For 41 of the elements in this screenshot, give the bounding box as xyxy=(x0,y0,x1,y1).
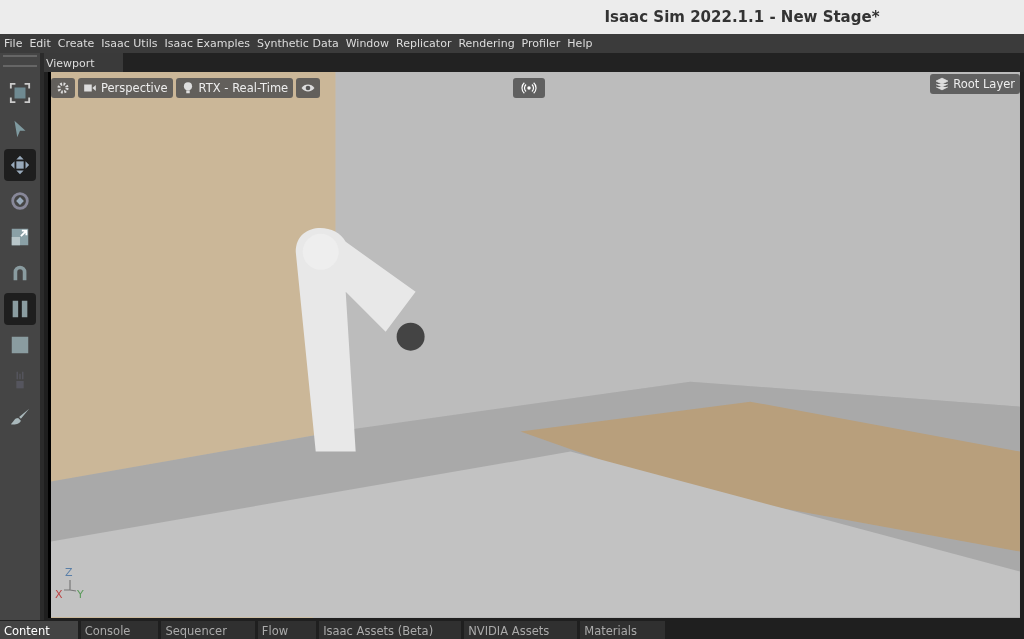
z-axis-label: Z xyxy=(65,566,73,579)
panel-tab[interactable]: NVIDIA Assets xyxy=(464,621,578,639)
menu-item[interactable]: Synthetic Data xyxy=(257,37,339,50)
visibility-button[interactable] xyxy=(296,78,321,98)
menu-item[interactable]: Window xyxy=(345,37,390,50)
rotate-icon xyxy=(9,190,31,212)
menu-item[interactable]: File xyxy=(4,37,23,50)
y-axis-label: Y xyxy=(77,588,84,601)
menu-item[interactable]: Help xyxy=(567,37,593,50)
menu-item[interactable]: Profiler xyxy=(521,37,561,50)
menu-item[interactable]: Rendering xyxy=(458,37,515,50)
cube-in-frame-icon xyxy=(9,82,31,104)
brush-icon xyxy=(9,406,31,428)
menu-item[interactable]: Create xyxy=(57,37,95,50)
panel-tab[interactable]: Isaac Assets (Beta) xyxy=(319,621,462,639)
settings-button[interactable] xyxy=(51,78,75,98)
scale-icon xyxy=(9,226,31,248)
menu-item[interactable]: Isaac Examples xyxy=(164,37,250,50)
panel-tab[interactable]: Sequencer xyxy=(161,621,255,639)
menu-item[interactable]: Edit xyxy=(29,37,51,50)
x-axis-label: X xyxy=(55,588,63,601)
panel-tab[interactable]: Materials xyxy=(580,621,665,639)
drag-handle[interactable] xyxy=(3,55,37,67)
move-arrows-icon xyxy=(9,154,31,176)
broadcast-icon xyxy=(518,81,540,95)
window-title: Isaac Sim 2022.1.1 - New Stage* xyxy=(604,8,880,26)
move-tool-button[interactable] xyxy=(4,149,36,181)
menu-item[interactable]: Replicator xyxy=(396,37,452,50)
layer-button[interactable]: Root Layer xyxy=(930,74,1020,94)
menu-item[interactable]: Isaac Utils xyxy=(101,37,158,50)
settings-icon xyxy=(56,81,70,95)
pause-tool-button[interactable] xyxy=(4,293,36,325)
viewport-tab[interactable]: Viewport xyxy=(44,53,123,72)
camera-button[interactable]: Perspective xyxy=(78,78,173,98)
live-sync-button[interactable] xyxy=(513,78,545,98)
renderer-button[interactable]: RTX - Real-Time xyxy=(175,78,294,98)
layers-icon xyxy=(935,77,950,91)
stop-icon xyxy=(9,334,31,356)
panel-tab[interactable]: Flow xyxy=(257,621,317,639)
panel-tab[interactable]: Content xyxy=(0,621,78,639)
panel-tab[interactable]: Console xyxy=(80,621,159,639)
